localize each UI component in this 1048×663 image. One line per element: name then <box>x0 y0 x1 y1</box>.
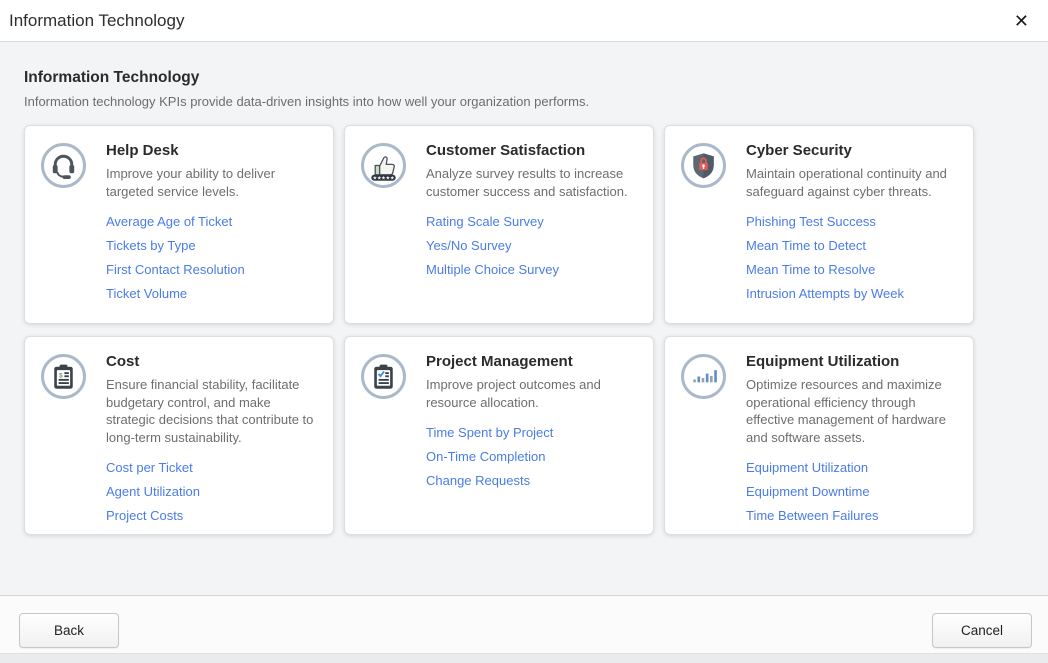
card-title: Equipment Utilization <box>746 353 957 370</box>
card-description: Analyze survey results to increase custo… <box>426 165 637 200</box>
card-description: Improve project outcomes and resource al… <box>426 376 637 411</box>
kpi-card-customer-satisfaction: ★★★★★ Customer Satisfaction Analyze surv… <box>344 125 654 324</box>
kpi-card-help-desk: Help Desk Improve your ability to delive… <box>24 125 334 324</box>
card-description: Improve your ability to deliver targeted… <box>106 165 317 200</box>
card-links: Cost per Ticket Agent Utilization Project … <box>106 460 317 523</box>
kpi-link[interactable]: On-Time Completion <box>426 449 637 464</box>
card-title: Cyber Security <box>746 142 957 159</box>
kpi-link[interactable]: Change Requests <box>426 473 637 488</box>
kpi-link[interactable]: Yes/No Survey <box>426 238 637 253</box>
dialog-footer: Back Cancel <box>0 595 1048 663</box>
kpi-link[interactable]: Time Spent by Project <box>426 425 637 440</box>
card-links: Average Age of Ticket Tickets by Type Firs… <box>106 214 317 301</box>
back-button[interactable]: Back <box>19 613 119 648</box>
kpi-link[interactable]: Mean Time to Resolve <box>746 262 957 277</box>
svg-text:★★★★★: ★★★★★ <box>373 176 395 182</box>
card-links: Phishing Test Success Mean Time to Detect… <box>746 214 957 301</box>
kpi-link[interactable]: Mean Time to Detect <box>746 238 957 253</box>
card-description: Optimize resources and maximize operatio… <box>746 376 957 446</box>
card-title: Project Management <box>426 353 637 370</box>
kpi-link[interactable]: First Contact Resolution <box>106 262 317 277</box>
thumbs-up-rating-icon: ★★★★★ <box>361 143 406 188</box>
cancel-button[interactable]: Cancel <box>932 613 1032 648</box>
clipboard-check-icon <box>361 354 406 399</box>
card-title: Help Desk <box>106 142 317 159</box>
card-links: Rating Scale Survey Yes/No Survey Multiple… <box>426 214 637 277</box>
kpi-card-cyber-security: Cyber Security Maintain operational cont… <box>664 125 974 324</box>
card-description: Ensure financial stability, facilitate b… <box>106 376 317 446</box>
headset-icon <box>41 143 86 188</box>
kpi-link[interactable]: Average Age of Ticket <box>106 214 317 229</box>
kpi-link[interactable]: Tickets by Type <box>106 238 317 253</box>
kpi-link[interactable]: Ticket Volume <box>106 286 317 301</box>
card-links: Time Spent by Project On-Time Completion C… <box>426 425 637 488</box>
kpi-link[interactable]: Intrusion Attempts by Week <box>746 286 957 301</box>
dialog-title: Information Technology <box>9 11 1007 31</box>
kpi-link[interactable]: Equipment Downtime <box>746 484 957 499</box>
bar-chart-icon <box>681 354 726 399</box>
card-content: Equipment Utilization Optimize resources… <box>746 352 957 519</box>
kpi-card-project-management: Project Management Improve project outco… <box>344 336 654 535</box>
kpi-card-equipment-utilization: Equipment Utilization Optimize resources… <box>664 336 974 535</box>
kpi-link[interactable]: Rating Scale Survey <box>426 214 637 229</box>
card-content: Project Management Improve project outco… <box>426 352 637 519</box>
card-links: Equipment Utilization Equipment Downtime T… <box>746 460 957 523</box>
close-icon[interactable]: ✕ <box>1007 9 1036 33</box>
kpi-cards-grid: Help Desk Improve your ability to delive… <box>24 125 1024 535</box>
section-heading: Information Technology <box>24 69 1024 87</box>
section-subtitle: Information technology KPIs provide data… <box>24 94 1024 109</box>
kpi-link[interactable]: Equipment Utilization <box>746 460 957 475</box>
kpi-link[interactable]: Project Costs <box>106 508 317 523</box>
svg-text:$: $ <box>59 372 63 379</box>
kpi-link[interactable]: Time Between Failures <box>746 508 957 523</box>
card-title: Cost <box>106 353 317 370</box>
kpi-link[interactable]: Agent Utilization <box>106 484 317 499</box>
kpi-link[interactable]: Phishing Test Success <box>746 214 957 229</box>
kpi-card-cost: $ Cost Ensure financial stability, facil… <box>24 336 334 535</box>
card-title: Customer Satisfaction <box>426 142 637 159</box>
dialog-body: Information Technology Information techn… <box>0 42 1048 595</box>
card-content: Help Desk Improve your ability to delive… <box>106 141 317 308</box>
kpi-link[interactable]: Cost per Ticket <box>106 460 317 475</box>
clipboard-dollar-icon: $ <box>41 354 86 399</box>
card-content: Customer Satisfaction Analyze survey res… <box>426 141 637 308</box>
dialog-bottom-edge <box>0 653 1048 663</box>
kpi-link[interactable]: Multiple Choice Survey <box>426 262 637 277</box>
card-description: Maintain operational continuity and safe… <box>746 165 957 200</box>
shield-lock-icon <box>681 143 726 188</box>
card-content: Cyber Security Maintain operational cont… <box>746 141 957 308</box>
dialog-header: Information Technology ✕ <box>0 0 1048 42</box>
card-content: Cost Ensure financial stability, facilit… <box>106 352 317 519</box>
